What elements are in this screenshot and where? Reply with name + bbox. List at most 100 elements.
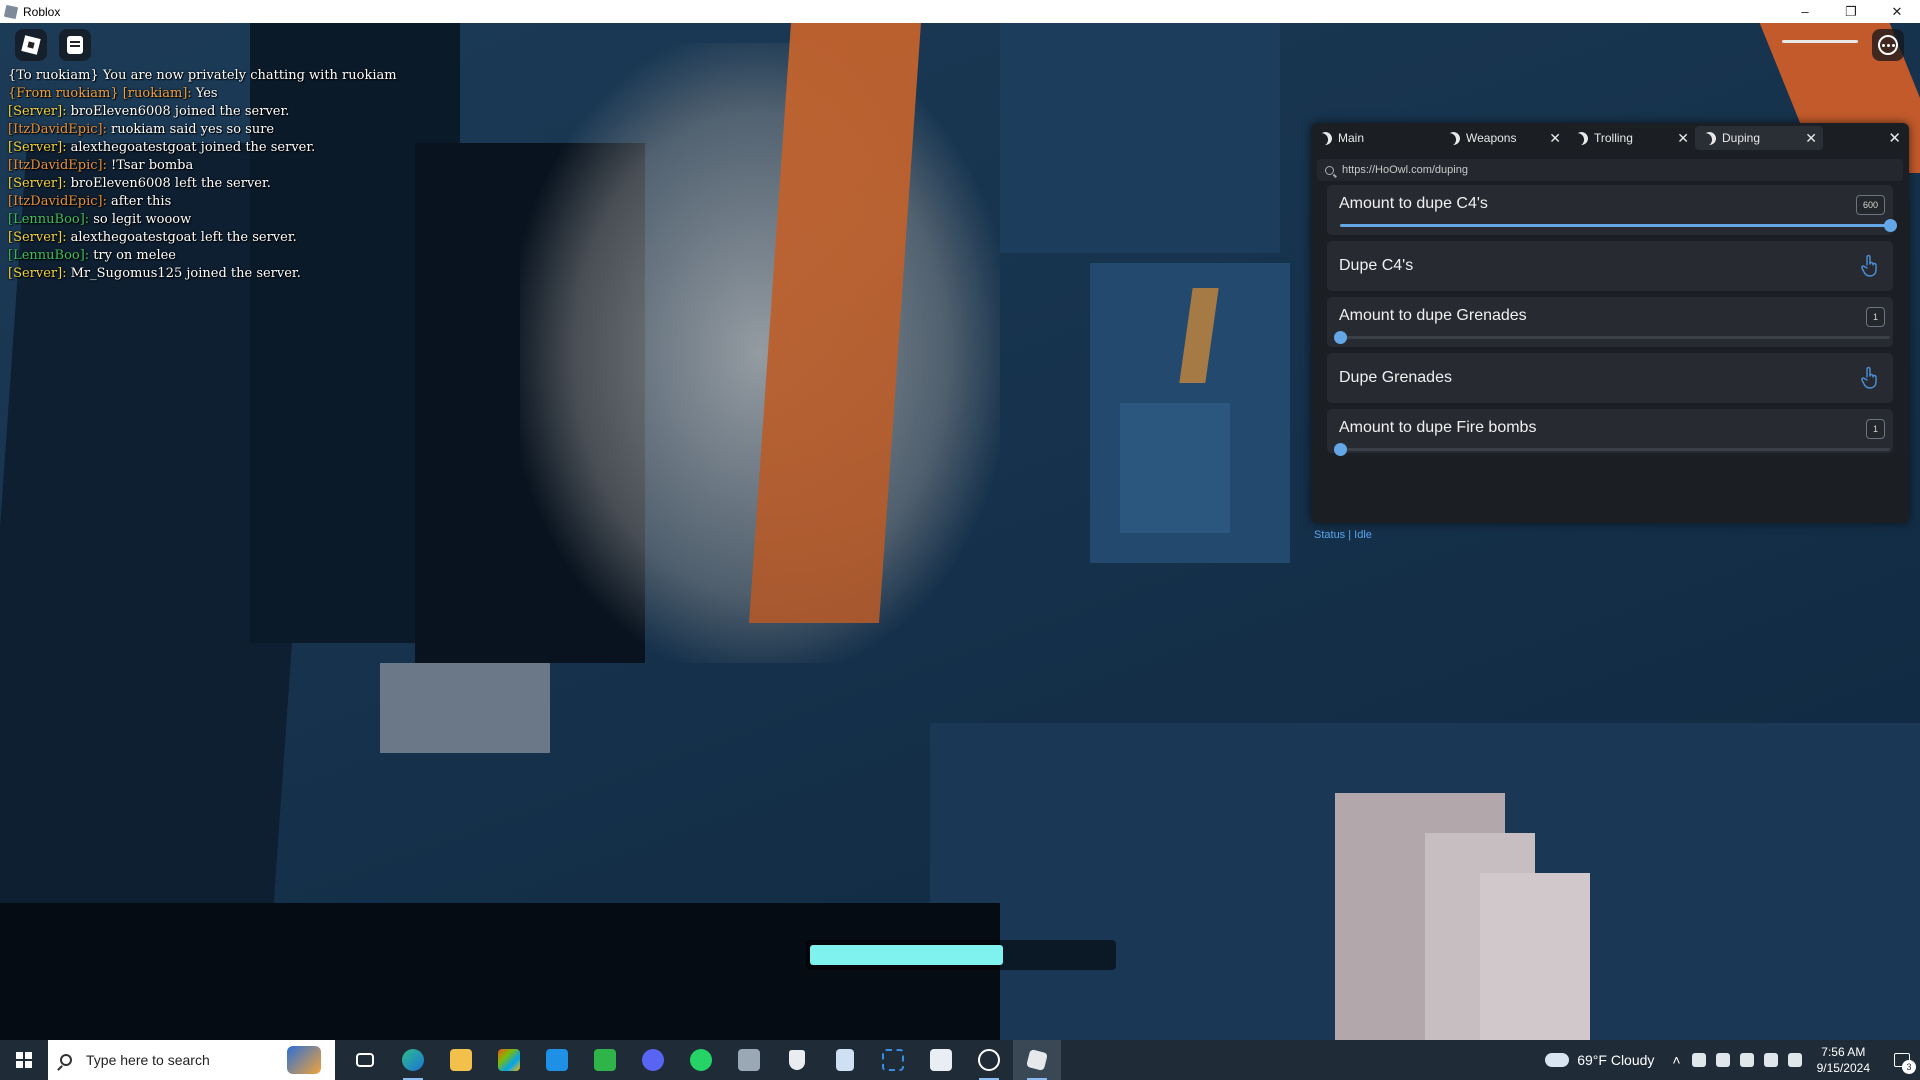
slider-knob[interactable] [1334,443,1347,456]
roblox-menu-button[interactable] [15,29,47,61]
scenery-building [1000,23,1280,253]
click-finger-icon [1861,254,1877,277]
app-button[interactable] [917,1040,965,1080]
chat-message: broEleven6008 joined the server. [70,104,290,119]
microsoft-store-button[interactable] [485,1040,533,1080]
roblox-button[interactable] [1013,1040,1061,1080]
chat-line: [Server]: broEleven6008 joined the server… [8,103,428,121]
device-icon[interactable] [1715,1053,1730,1067]
tab-main[interactable]: Main [1311,126,1439,150]
chat-line: [ItzDavidEpic]: !Tsar bomba [8,157,428,175]
slider-knob[interactable] [1334,331,1347,344]
more-options-button[interactable] [1872,29,1904,61]
clock[interactable]: 7:56 AM 9/15/2024 [1817,1044,1870,1076]
moon-icon [1317,129,1335,147]
slider-track[interactable] [1334,331,1890,344]
whatsapp-button[interactable] [677,1040,725,1080]
roblox-app-icon [3,4,19,19]
game-viewport[interactable]: {To ruokiam} You are now privately chatt… [0,23,1920,1040]
health-bar [1782,40,1858,43]
click-finger-icon [1861,366,1877,389]
slider-track[interactable] [1340,219,1897,232]
dupe-c4-button[interactable]: Dupe C4's [1327,241,1893,291]
chat-icon [67,36,83,54]
slider-knob[interactable] [1884,219,1897,232]
panel-close-button[interactable]: ✕ [1888,129,1901,147]
tab-trolling[interactable]: Trolling ✕ [1567,126,1695,150]
slider-fill [1340,224,1890,227]
battery-icon[interactable] [1739,1053,1754,1067]
chat-speaker[interactable]: [LennuBoo]: [8,212,89,227]
slider-label: Amount to dupe C4's [1339,195,1488,212]
star-circle-icon [978,1049,1000,1071]
minimize-button[interactable]: – [1782,0,1828,23]
chat-speaker[interactable]: [Server]: [8,104,67,119]
value-box[interactable]: 1 [1865,419,1885,439]
chat-message: alexthegoatestgoat joined the server. [70,140,316,155]
chat-speaker[interactable]: [ItzDavidEpic]: [8,158,107,173]
discord-button[interactable] [629,1040,677,1080]
button-label: Dupe Grenades [1339,369,1452,386]
update-icon[interactable] [1787,1053,1802,1067]
scenery-building [1120,403,1230,533]
clock-date: 9/15/2024 [1816,1061,1870,1075]
chat-speaker[interactable]: [ItzDavidEpic]: [8,194,107,209]
file-explorer-button[interactable] [437,1040,485,1080]
chat-toggle-button[interactable] [59,29,91,61]
onedrive-icon[interactable] [1763,1053,1778,1067]
search-placeholder: Type here to search [86,1052,210,1068]
tab-weapons[interactable]: Weapons ✕ [1439,126,1567,150]
chat-speaker[interactable]: [LennuBoo]: [8,248,89,263]
h-app-button[interactable] [581,1040,629,1080]
edge-icon [402,1049,424,1071]
roblox-logo-icon [21,35,41,55]
weather-widget[interactable]: 69°F Cloudy [1545,1052,1654,1068]
network-icon[interactable] [1691,1053,1706,1067]
mail-button[interactable] [533,1040,581,1080]
slider-row-c4: Amount to dupe C4's 600 [1327,185,1897,235]
snipping-tool-button[interactable] [869,1040,917,1080]
task-view-button[interactable] [341,1040,389,1080]
value-box[interactable]: 1 [1865,307,1885,327]
chat-message: alexthegoatestgoat left the server. [70,230,297,245]
slider-row-fire-bombs: Amount to dupe Fire bombs 1 [1327,409,1893,456]
app-button[interactable] [725,1040,773,1080]
slider-label: Amount to dupe Fire bombs [1339,419,1537,436]
folder-icon [450,1049,472,1071]
tab-duping[interactable]: Duping ✕ [1695,126,1823,150]
security-button[interactable] [773,1040,821,1080]
slider-track[interactable] [1334,443,1890,456]
chat-speaker[interactable]: [Server]: [8,230,67,245]
chevron-up-icon[interactable]: ˄ [1672,1052,1680,1068]
tab-close-icon[interactable]: ✕ [1805,130,1817,147]
chat-speaker[interactable]: [Server]: [8,176,67,191]
taskbar-search[interactable]: Type here to search [48,1040,335,1080]
scenery-grey-building [1480,873,1590,1040]
chat-speaker[interactable]: [ItzDavidEpic]: [8,122,107,137]
chat-speaker[interactable]: {From ruokiam} [ruokiam]: [8,86,192,101]
notepad-button[interactable] [821,1040,869,1080]
edge-button[interactable] [389,1040,437,1080]
moon-icon [1445,129,1463,147]
tab-close-icon[interactable]: ✕ [1677,130,1689,147]
value-box[interactable]: 600 [1855,195,1885,215]
chat-speaker[interactable]: [Server]: [8,140,67,155]
tab-close-icon[interactable]: ✕ [1549,130,1561,147]
weather-text: 69°F Cloudy [1577,1052,1655,1068]
address-bar[interactable]: https://HoOwl.com/duping [1317,159,1903,181]
tab-bar: Main Weapons ✕ Trolling ✕ Duping ✕ [1311,123,1909,153]
windows-logo-icon [16,1052,32,1068]
start-button[interactable] [0,1040,48,1080]
scenery-shadow [0,903,1000,1040]
roblox-studio-button[interactable] [965,1040,1013,1080]
chat-line: [Server]: Mr_Sugomus125 joined the server… [8,265,428,283]
chat-line: [Server]: alexthegoatestgoat joined the s… [8,139,428,157]
system-tray: 69°F Cloudy ˄ 7:56 AM 9/15/2024 3 [1545,1040,1920,1080]
chat-speaker[interactable]: [Server]: [8,266,67,281]
window-close-button[interactable]: ✕ [1874,0,1920,23]
tab-label: Weapons [1466,131,1517,145]
chat-line: [ItzDavidEpic]: after this [8,193,428,211]
restore-button[interactable]: ❐ [1828,0,1874,23]
notification-button[interactable]: 3 [1884,1040,1920,1080]
dupe-grenades-button[interactable]: Dupe Grenades [1327,353,1893,403]
